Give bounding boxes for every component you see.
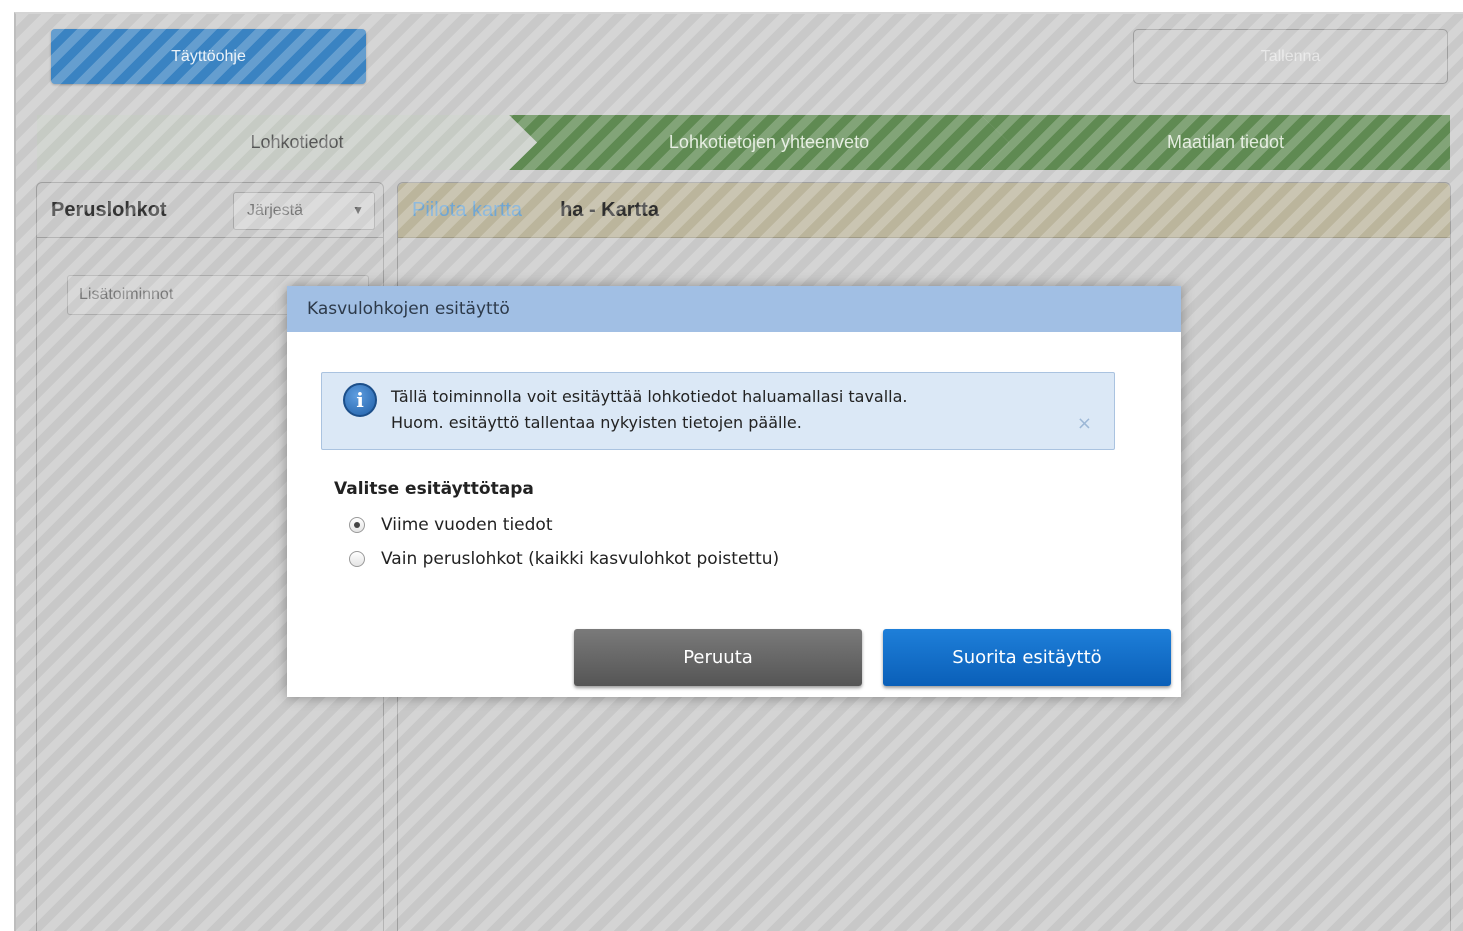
step-label: Lohkotietojen yhteenveto bbox=[668, 132, 870, 152]
sort-select-value: Järjestä bbox=[247, 202, 304, 219]
radio-label: Viime vuoden tiedot bbox=[381, 515, 553, 535]
run-prefill-button[interactable]: Suorita esitäyttö bbox=[883, 629, 1171, 686]
filling-guide-button[interactable]: Täyttöohje bbox=[51, 29, 366, 84]
parcel-list-header: Peruslohkot Järjestä ▼ bbox=[37, 183, 383, 238]
info-line: Huom. esitäyttö tallentaa nykyisten tiet… bbox=[391, 413, 802, 432]
info-alert: i Tällä toiminnolla voit esitäyttää lohk… bbox=[321, 372, 1115, 450]
more-actions-label: Lisätoiminnot bbox=[79, 286, 174, 303]
wizard-steps: Lohkotiedot Lohkotietojen yhteenveto Maa… bbox=[37, 115, 1450, 170]
info-icon: i bbox=[343, 383, 377, 417]
radio-button[interactable] bbox=[349, 551, 365, 567]
radio-label: Vain peruslohkot (kaikki kasvulohkot poi… bbox=[381, 549, 780, 569]
caret-down-icon: ▼ bbox=[352, 203, 364, 217]
cancel-button[interactable]: Peruuta bbox=[574, 629, 862, 686]
step-maatilan-tiedot[interactable]: Maatilan tiedot bbox=[981, 115, 1450, 170]
sort-select[interactable]: Järjestä ▼ bbox=[233, 192, 375, 230]
panel-title: Peruslohkot bbox=[51, 198, 167, 221]
step-label: Maatilan tiedot bbox=[1166, 132, 1285, 152]
close-icon[interactable]: × bbox=[1077, 411, 1092, 437]
info-line: Tällä toiminnolla voit esitäyttää lohkot… bbox=[391, 387, 908, 406]
dialog-title: Kasvulohkojen esitäyttö bbox=[287, 286, 1181, 332]
radio-option-last-year[interactable]: Viime vuoden tiedot bbox=[349, 515, 553, 535]
radio-button-checked[interactable] bbox=[349, 517, 365, 533]
save-button[interactable]: Tallenna bbox=[1133, 29, 1448, 84]
step-lohkotietojen-yhteenveto[interactable]: Lohkotietojen yhteenveto bbox=[509, 115, 1009, 170]
map-panel-header: Piilota kartta ha - Kartta bbox=[398, 183, 1450, 238]
method-title: Valitse esitäyttötapa bbox=[334, 479, 534, 499]
step-label: Lohkotiedot bbox=[250, 132, 344, 152]
info-text: Tällä toiminnolla voit esitäyttää lohkot… bbox=[391, 384, 908, 436]
step-lohkotiedot[interactable]: Lohkotiedot bbox=[37, 115, 537, 170]
hide-map-link[interactable]: Piilota kartta bbox=[412, 199, 522, 222]
prefill-dialog: Kasvulohkojen esitäyttö i Tällä toiminno… bbox=[287, 286, 1181, 697]
radio-option-base-parcels-only[interactable]: Vain peruslohkot (kaikki kasvulohkot poi… bbox=[349, 549, 779, 569]
map-title: ha - Kartta bbox=[560, 198, 659, 221]
